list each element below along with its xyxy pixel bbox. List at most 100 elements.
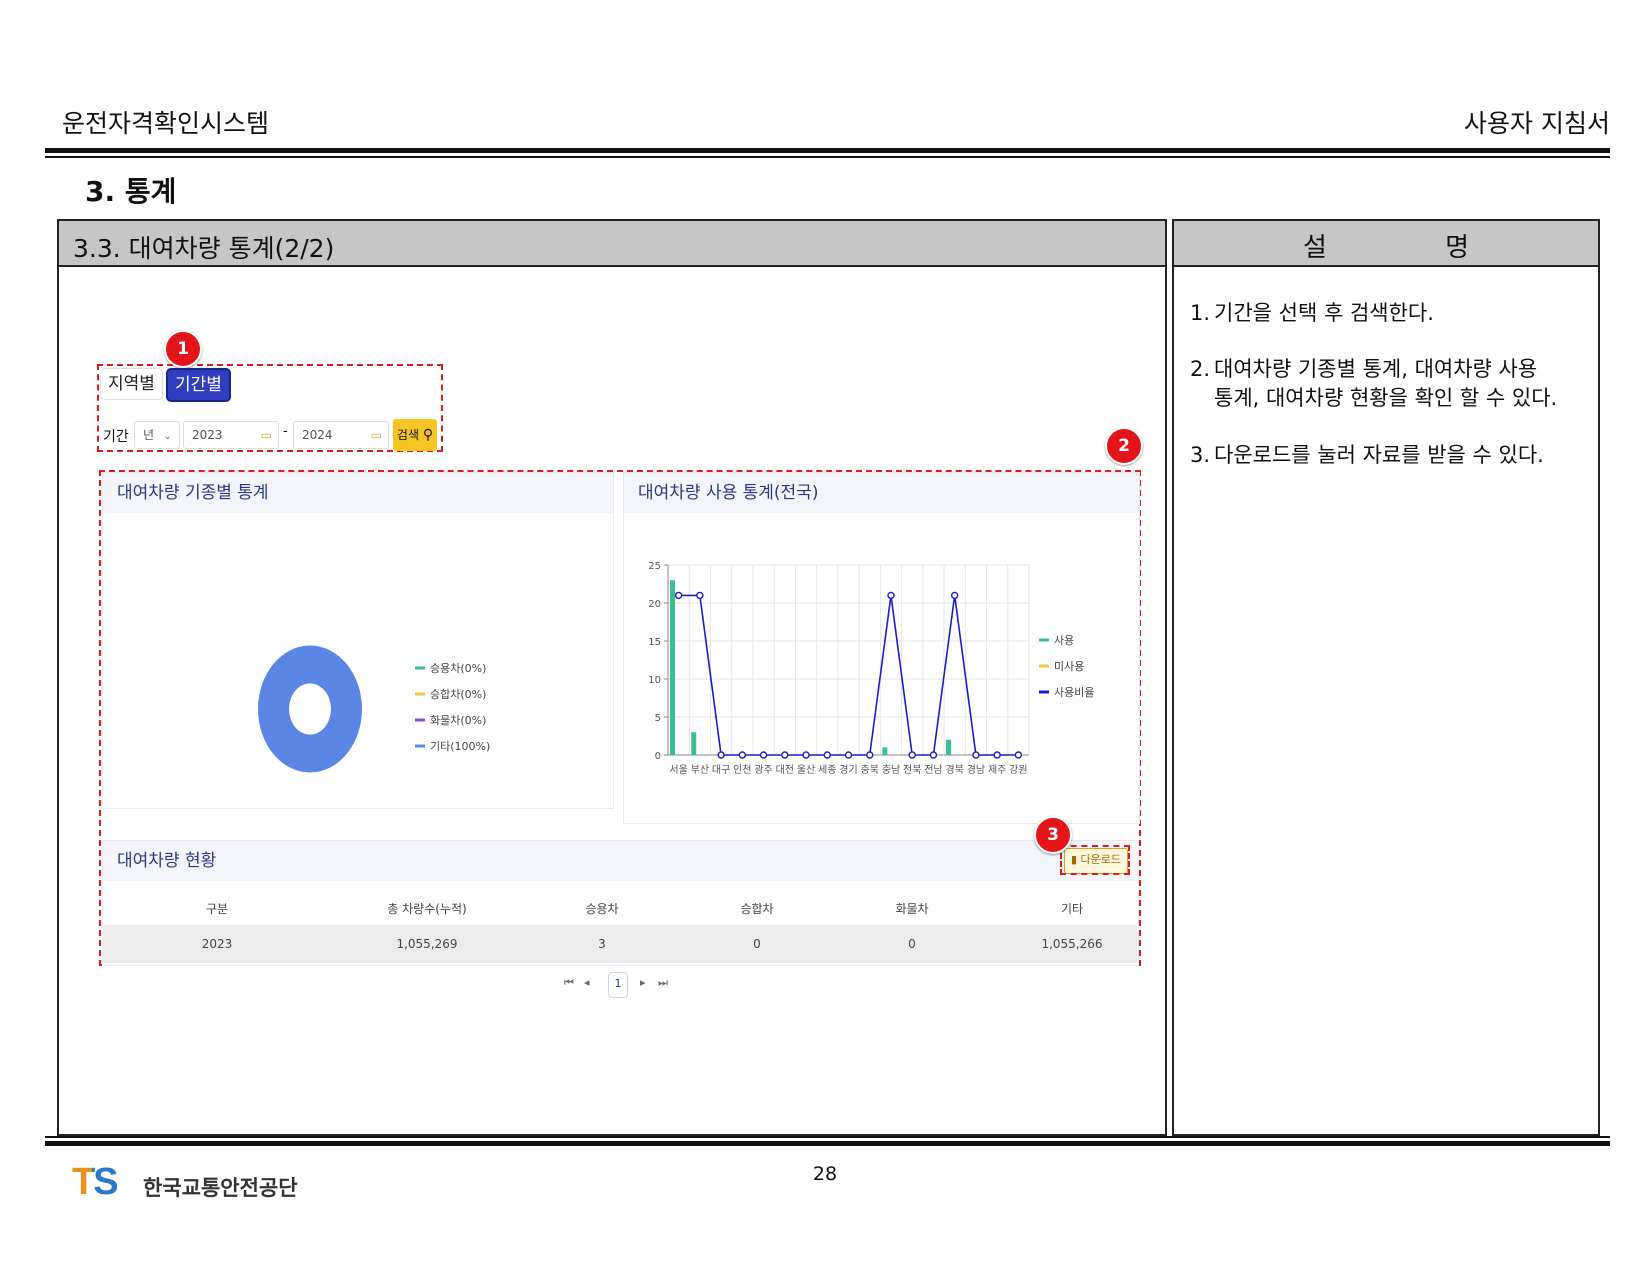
description-item-text-cont: 통계, 대여차량 현황을 확인 할 수 있다. (1214, 386, 1558, 410)
organization-name: 한국교통안전공단 (143, 1176, 298, 1200)
table-row: 2023 1,055,269 3 0 0 1,055,266 (102, 925, 1137, 963)
bar-used (882, 747, 888, 755)
line-point (908, 751, 916, 759)
document-type: 사용자 지침서 (1464, 109, 1610, 138)
x-tick-label: 세종 (818, 764, 836, 776)
y-tick-label: 5 (655, 713, 661, 724)
description-item-1: 1. 기간을 선택 후 검색한다. (1190, 299, 1590, 328)
y-tick-label: 15 (648, 637, 661, 648)
prev-page-icon[interactable]: ◂ (584, 976, 590, 989)
status-table-header: 구분 총 차량수(누적) 승용차 승합차 화물차 기타 (102, 893, 1137, 921)
calendar-icon: ▭ (260, 428, 272, 442)
x-tick-label: 부산 (691, 764, 709, 776)
line-point (781, 751, 789, 759)
x-tick-label: 충북 (861, 764, 879, 776)
legend-label: 승용차(0%) (430, 662, 486, 675)
line-point (823, 751, 831, 759)
line-point (887, 591, 895, 600)
usage-stats-card: 대여차량 사용 통계(전국) 0 5 10 15 20 25 서울 부산 대구 인천 광주 대전 울산 세… (623, 472, 1140, 824)
table-cell: 2023 (201, 937, 233, 951)
x-tick-label: 전북 (903, 764, 921, 776)
line-point (950, 591, 959, 600)
x-tick-label: 경북 (945, 763, 963, 776)
x-tick-label: 충남 (882, 764, 900, 776)
period-unit-value: 년 (143, 428, 155, 442)
x-tick-label: 대구 (712, 764, 730, 776)
table-cell: 1,055,269 (396, 937, 458, 951)
bar-used (670, 580, 675, 755)
x-tick-label: 대전 (776, 764, 794, 776)
description-item-number: 3. (1190, 443, 1211, 467)
line-point (717, 751, 725, 759)
bar-used (691, 732, 697, 755)
description-item-text: 기간을 선택 후 검색한다. (1214, 301, 1434, 325)
chevron-down-icon: ⌄ (163, 432, 172, 442)
table-header-cell: 화물차 (895, 902, 929, 916)
x-tick-label: 경남 (967, 763, 985, 776)
legend-label: 기타(100%) (430, 740, 490, 753)
line-point (866, 751, 874, 759)
legend-label: 화물차(0%) (430, 714, 486, 727)
search-button-label: 검색 (396, 428, 419, 442)
legend-label: 미사용 (1054, 660, 1084, 673)
description-item-number: 2. (1190, 357, 1211, 381)
callout-badge-3: 3 (1034, 816, 1072, 854)
screenshot-panel-title: 3.3. 대여차량 통계(2/2) (73, 234, 335, 263)
x-tick-label: 강원 (1009, 764, 1027, 776)
line-point (1014, 751, 1023, 759)
line-point (696, 591, 704, 600)
first-page-icon[interactable]: ⏮ (564, 976, 574, 990)
x-tick-label: 서울 (669, 764, 687, 776)
description-item-text: 대여차량 기종별 통계, 대여차량 사용 (1214, 357, 1538, 381)
x-tick-label: 인천 (733, 764, 751, 776)
search-icon: ⚲ (422, 427, 434, 443)
line-point (802, 751, 810, 759)
calendar-icon: ▭ (370, 428, 382, 442)
usage-stats-chart: 0 5 10 15 20 25 서울 부산 대구 인천 광주 대전 울산 세종 경기 충북 충남 전북 전남 경북 경남… (648, 561, 1094, 776)
vehicle-type-stats-card: 대여차량 기종별 통계 승용차(0%) 승합차(0%) 화물차(0%) 기타(100%… (102, 472, 614, 809)
table-cell: 1,055,266 (1041, 937, 1103, 951)
footer-rule (45, 1141, 1610, 1146)
search-button[interactable]: 검색 ⚲ (393, 419, 437, 451)
header-rule (45, 148, 1610, 153)
y-tick-label: 20 (648, 599, 661, 610)
end-year-value: 2024 (302, 428, 333, 442)
end-year-input[interactable]: 2024 ▭ (293, 421, 389, 449)
page-current[interactable]: 1 (608, 972, 628, 998)
table-header-cell: 기타 (1060, 902, 1084, 916)
vehicle-type-stats-title: 대여차량 기종별 통계 (103, 473, 613, 513)
table-header-cell: 총 차량수(누적) (387, 902, 467, 916)
last-page-icon[interactable]: ⏭ (658, 976, 668, 990)
tab-period[interactable]: 기간별 (166, 368, 231, 402)
next-page-icon[interactable]: ▸ (640, 976, 646, 989)
legend-label: 사용 (1054, 634, 1074, 647)
description-panel-header: 설 명 (1174, 221, 1598, 267)
y-tick-label: 25 (648, 561, 661, 572)
ts-logo-text: TS (72, 1161, 119, 1203)
line-point (844, 751, 853, 759)
start-year-value: 2023 (192, 428, 223, 442)
screenshot-panel-header: 3.3. 대여차량 통계(2/2) (59, 221, 1165, 267)
highlight-box-download (1060, 845, 1130, 875)
date-range-dash: - (283, 424, 288, 439)
period-unit-select[interactable]: 년 ⌄ (134, 421, 180, 449)
line-point (972, 751, 980, 759)
line-usage-ratio (678, 594, 1019, 756)
line-point (674, 591, 683, 600)
donut-slice-3 (258, 645, 362, 773)
line-point (929, 751, 938, 759)
x-tick-label: 광주 (754, 764, 772, 776)
y-tick-label: 0 (655, 751, 661, 762)
x-tick-label: 제주 (988, 764, 1006, 776)
vehicle-type-donut-chart: 승용차(0%) 승합차(0%) 화물차(0%) 기타(100%) (258, 645, 490, 773)
start-year-input[interactable]: 2023 ▭ (183, 421, 279, 449)
table-cell: 0 (753, 937, 761, 951)
table-header-cell: 승합차 (740, 902, 774, 916)
header-rule-thin (45, 156, 1610, 158)
line-point (738, 751, 747, 759)
table-cell: 3 (598, 937, 606, 951)
description-item-number: 1. (1190, 301, 1211, 325)
x-tick-label: 전남 (924, 764, 942, 776)
section-title: 3. 통계 (85, 175, 177, 208)
tab-region[interactable]: 지역별 (100, 368, 163, 400)
